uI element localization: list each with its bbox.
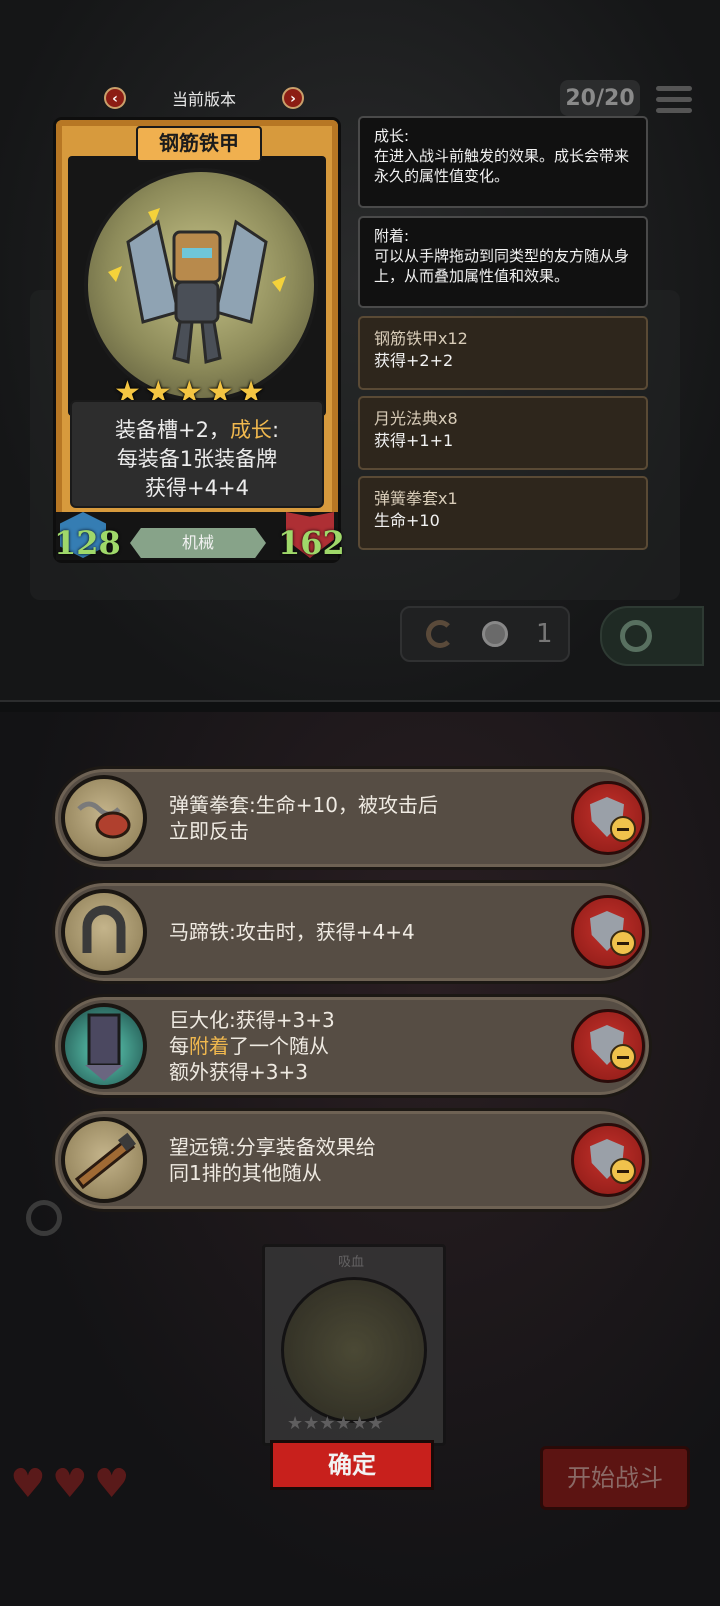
chevron-right-icon[interactable]: › [281,87,304,109]
equipment-line: 每 [169,1034,189,1058]
attack-value: 128 [54,524,121,562]
search-button[interactable] [600,606,704,666]
equipment-text: 弹簧拳套:生命+10，被攻击后 立即反击 [169,769,438,867]
coin-count: 1 [536,619,553,649]
tooltip-growth: 成长: 在进入战斗前触发的效果。成长会带来永久的属性值变化。 [358,116,648,208]
remove-equipment-button[interactable] [571,1123,645,1197]
chevron-left-icon[interactable]: ‹ [104,87,126,109]
telescope-icon [61,1117,147,1203]
minus-icon [610,1044,636,1070]
card-name: 钢筋铁甲 [136,126,262,162]
bat-creature-icon [281,1277,427,1423]
horseshoe-icon [61,889,147,975]
heart-icon: ♥♥♥ [10,1461,136,1507]
equipment-slot-spring-glove[interactable]: 弹簧拳套:生命+10，被攻击后 立即反击 [52,766,652,870]
equipment-line: 同1排的其他随从 [169,1161,322,1185]
desc-text: 每装备1张装备牌 [116,447,278,471]
history-name: 弹簧拳套x1 [374,489,458,508]
history-item: 钢筋铁甲x12 获得+2+2 [358,316,648,390]
search-icon [620,620,652,652]
tooltip-title: 成长: [374,127,410,145]
equipment-line: 了一个随从 [229,1034,329,1058]
card-description: 装备槽+2，成长: 每装备1张装备牌 获得+4+4 [70,400,324,508]
coin-icon [482,621,508,647]
minus-icon [610,816,636,842]
remove-equipment-button[interactable] [571,1009,645,1083]
history-effect: 获得+2+2 [374,351,454,370]
mini-card-stars: ★★★★★★ [287,1413,384,1434]
equipment-line: 立即反击 [169,819,249,843]
confirm-button[interactable]: 确定 [270,1440,434,1490]
tooltip-body: 在进入战斗前触发的效果。成长会带来永久的属性值变化。 [374,147,630,185]
equipment-line: 马蹄铁:攻击时，获得+4+4 [169,920,415,944]
desc-text: : [271,418,280,442]
search-icon[interactable] [26,1200,62,1236]
equipment-slot-giantize[interactable]: 巨大化:获得+3+3 每附着了一个随从 额外获得+3+3 [52,994,652,1098]
tooltip-title: 附着: [374,227,410,245]
health-value: 162 [278,524,345,562]
equipment-slot-horseshoe[interactable]: 马蹄铁:攻击时，获得+4+4 [52,880,652,984]
minion-card[interactable]: 钢筋铁甲 ★ ★ ★ ★ ★ 装备槽+2，成长: 每装备1张装备牌 获得+4+4… [54,120,345,562]
equipment-text: 马蹄铁:攻击时，获得+4+4 [169,883,415,981]
deck-counter: 20/20 [560,80,640,116]
lives-display: ♥♥♥ [10,1464,136,1504]
keyword-attach[interactable]: 附着 [189,1034,229,1058]
history-name: 月光法典x8 [374,409,458,428]
history-effect: 生命+10 [374,511,440,530]
equipment-line: 望远镜:分享装备效果给 [169,1135,376,1159]
equipment-text: 巨大化:获得+3+3 每附着了一个随从 额外获得+3+3 [169,997,335,1095]
remove-equipment-button[interactable] [571,781,645,855]
equipment-line: 额外获得+3+3 [169,1060,308,1084]
version-label: 当前版本 [171,90,236,109]
remove-equipment-button[interactable] [571,895,645,969]
equipment-text: 望远镜:分享装备效果给 同1排的其他随从 [169,1111,376,1209]
desc-text: 装备槽+2， [114,418,230,442]
menu-icon[interactable] [656,86,692,116]
equipment-line: 巨大化:获得+3+3 [169,1008,335,1032]
selected-card-preview[interactable]: 吸血 ★★★★★★ [262,1244,446,1446]
history-item: 月光法典x8 获得+1+1 [358,396,648,470]
spring-glove-icon [61,775,147,861]
minus-icon [610,930,636,956]
tooltip-attach: 附着: 可以从手牌拖动到同类型的友方随从身上，从而叠加属性值和效果。 [358,216,648,308]
tooltip-body: 可以从手牌拖动到同类型的友方随从身上，从而叠加属性值和效果。 [374,247,630,285]
minus-icon [610,1158,636,1184]
giantize-icon [61,1003,147,1089]
mech-robot-icon [108,208,286,364]
refresh-panel[interactable]: 1 [400,606,570,662]
start-battle-button[interactable]: 开始战斗 [540,1446,690,1510]
tribe-label: 机械 [130,528,266,558]
history-item: 弹簧拳套x1 生命+10 [358,476,648,550]
keyword-growth[interactable]: 成长 [230,418,272,442]
desc-text: 获得+4+4 [145,476,249,500]
version-selector: ‹ 当前版本 › [104,86,304,110]
mini-card-name: 吸血 [337,1255,364,1270]
history-name: 钢筋铁甲x12 [374,329,468,348]
card-portrait [84,168,318,402]
equipment-line: 弹簧拳套:生命+10，被攻击后 [169,793,438,817]
equipment-slot-telescope[interactable]: 望远镜:分享装备效果给 同1排的其他随从 [52,1108,652,1212]
refresh-icon[interactable] [426,620,454,648]
history-effect: 获得+1+1 [374,431,454,450]
